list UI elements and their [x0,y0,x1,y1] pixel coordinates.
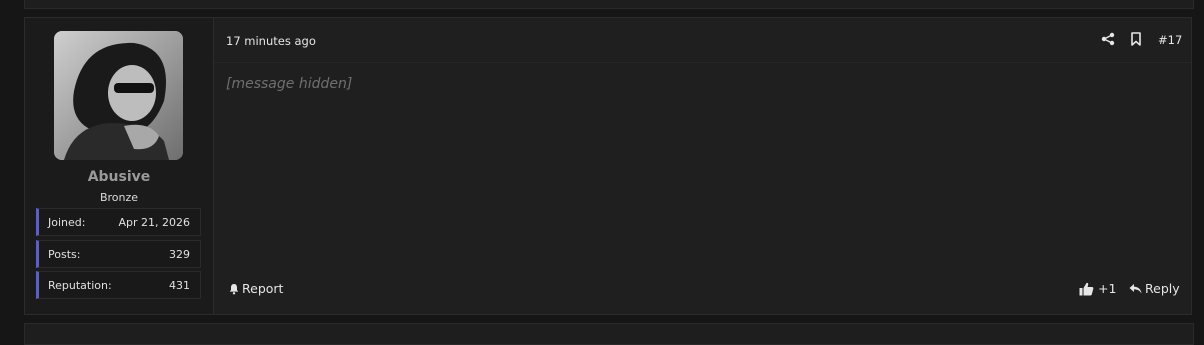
post-number[interactable]: #17 [1158,33,1182,47]
stat-value: 431 [169,279,190,292]
post-main: 17 minutes ago #17 [message hidden] Repo… [214,18,1191,314]
stat-posts: Posts: 329 [36,240,201,268]
post-body: [message hidden] [226,76,353,92]
bell-icon [228,283,240,295]
stat-label: Reputation: [48,279,112,292]
report-label: Report [242,281,284,296]
reply-label: Reply [1145,281,1180,296]
stat-label: Joined: [48,216,86,229]
next-post [24,323,1194,345]
thumbs-up-icon [1079,282,1094,296]
bookmark-icon[interactable] [1130,32,1146,48]
stat-joined: Joined: Apr 21, 2026 [36,208,201,236]
reply-icon [1129,283,1142,295]
user-info-panel: Abusive Bronze Joined: Apr 21, 2026 Post… [25,18,214,314]
stat-value: 329 [169,248,190,261]
stat-value: Apr 21, 2026 [118,216,190,229]
like-button[interactable]: +1 [1079,281,1116,296]
avatar-image [54,31,183,160]
user-title: Bronze [99,191,139,204]
previous-post [24,0,1194,9]
report-button[interactable]: Report [228,281,283,296]
like-count: +1 [1098,281,1117,296]
share-icon[interactable] [1101,32,1117,48]
reply-button[interactable]: Reply [1129,281,1180,296]
forum-post: Abusive Bronze Joined: Apr 21, 2026 Post… [24,17,1192,315]
post-header: 17 minutes ago #17 [214,18,1191,63]
post-time[interactable]: 17 minutes ago [226,34,316,48]
stat-label: Posts: [48,248,81,261]
username[interactable]: Abusive [25,169,213,185]
avatar[interactable] [54,31,183,160]
stat-reputation: Reputation: 431 [36,271,201,299]
